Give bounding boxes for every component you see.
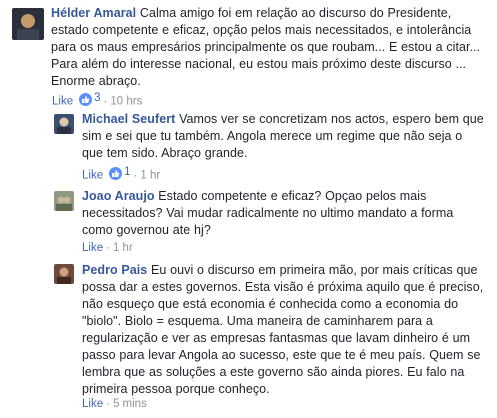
like-button[interactable]: Like xyxy=(52,96,73,108)
like-button[interactable]: Like xyxy=(82,242,103,254)
avatar-image xyxy=(12,8,44,40)
comment-body: Eu ouvi o discurso em primeira mão, por … xyxy=(82,263,484,396)
comment-actions: Like 3 · 10 hrs xyxy=(52,91,143,108)
thumbs-up-icon xyxy=(79,92,93,106)
comment-text: Hélder Amaral Calma amigo foi em relação… xyxy=(51,5,491,90)
reply-comment: Michael Seufert Vamos ver se concretizam… xyxy=(0,110,497,182)
comment-text: Pedro Pais Eu ouvi o discurso em primeir… xyxy=(82,262,486,398)
comment-author[interactable]: Hélder Amaral xyxy=(51,6,136,20)
like-button[interactable]: Like xyxy=(82,398,103,410)
comment-author[interactable]: Joao Araujo xyxy=(82,189,155,203)
avatar[interactable] xyxy=(54,264,74,284)
reaction-count[interactable]: 3 xyxy=(73,91,101,106)
comment-actions: Like 1 · 1 hr xyxy=(82,165,161,182)
comment: Hélder Amaral Calma amigo foi em relação… xyxy=(0,0,497,110)
comment-author[interactable]: Pedro Pais xyxy=(82,263,147,277)
avatar[interactable] xyxy=(54,191,74,211)
comment-actions: Like · 5 mins xyxy=(82,398,147,410)
avatar[interactable] xyxy=(54,114,74,134)
comment-text: Joao Araujo Estado competente e eficaz? … xyxy=(82,188,486,239)
reply-comment: Joao Araujo Estado competente e eficaz? … xyxy=(0,186,497,256)
reaction-number: 3 xyxy=(94,92,101,104)
avatar-image xyxy=(54,114,74,134)
avatar[interactable] xyxy=(12,8,44,40)
reply-comment: Pedro Pais Eu ouvi o discurso em primeir… xyxy=(0,262,497,418)
avatar-image xyxy=(54,264,74,284)
timestamp[interactable]: 1 hr xyxy=(113,242,133,254)
like-button[interactable]: Like xyxy=(82,170,103,182)
comment-text: Michael Seufert Vamos ver se concretizam… xyxy=(82,111,486,162)
comment-author[interactable]: Michael Seufert xyxy=(82,112,175,126)
timestamp[interactable]: 1 hr xyxy=(140,170,160,182)
reaction-count[interactable]: 1 xyxy=(103,165,131,180)
avatar-image xyxy=(54,191,74,211)
reaction-number: 1 xyxy=(124,166,131,178)
timestamp[interactable]: 5 mins xyxy=(113,398,147,410)
comment-actions: Like · 1 hr xyxy=(82,242,133,254)
timestamp[interactable]: 10 hrs xyxy=(110,96,142,108)
thumbs-up-icon xyxy=(109,166,123,180)
